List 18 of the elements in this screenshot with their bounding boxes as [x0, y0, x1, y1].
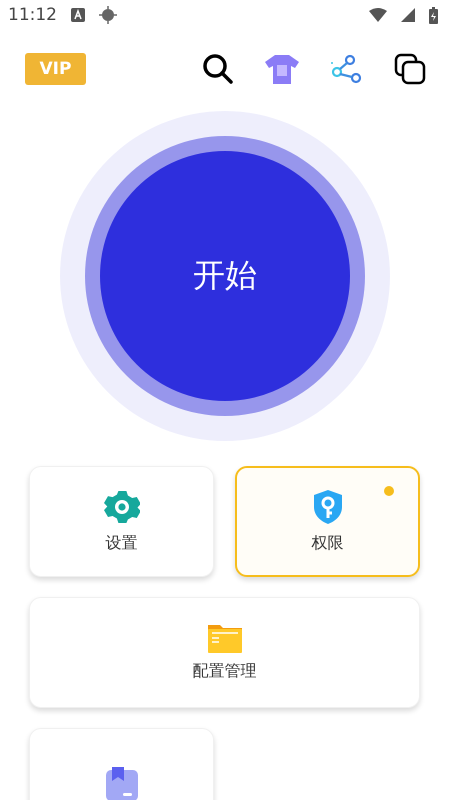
gear-icon — [104, 489, 140, 525]
tile-label: 配置管理 — [192, 661, 256, 682]
box-icon — [106, 766, 138, 800]
battery-icon — [429, 6, 438, 24]
menu-tile[interactable]: 配置管理 — [29, 597, 420, 708]
location-icon — [99, 6, 117, 24]
signal-icon — [401, 8, 415, 22]
tile-label: 权限 — [312, 533, 344, 554]
copy-icon[interactable] — [392, 51, 428, 87]
menu-tile[interactable]: 权限 — [235, 466, 420, 577]
start-button[interactable]: 开始 — [100, 150, 350, 400]
folder-icon — [208, 623, 242, 653]
status-time: 11:12 — [8, 5, 57, 25]
keyboard-icon — [71, 8, 85, 22]
wifi-icon — [369, 8, 387, 22]
tile-label: 设置 — [106, 533, 138, 554]
menu-tile[interactable]: 设置 — [29, 466, 214, 577]
shield-key-icon — [312, 489, 344, 525]
